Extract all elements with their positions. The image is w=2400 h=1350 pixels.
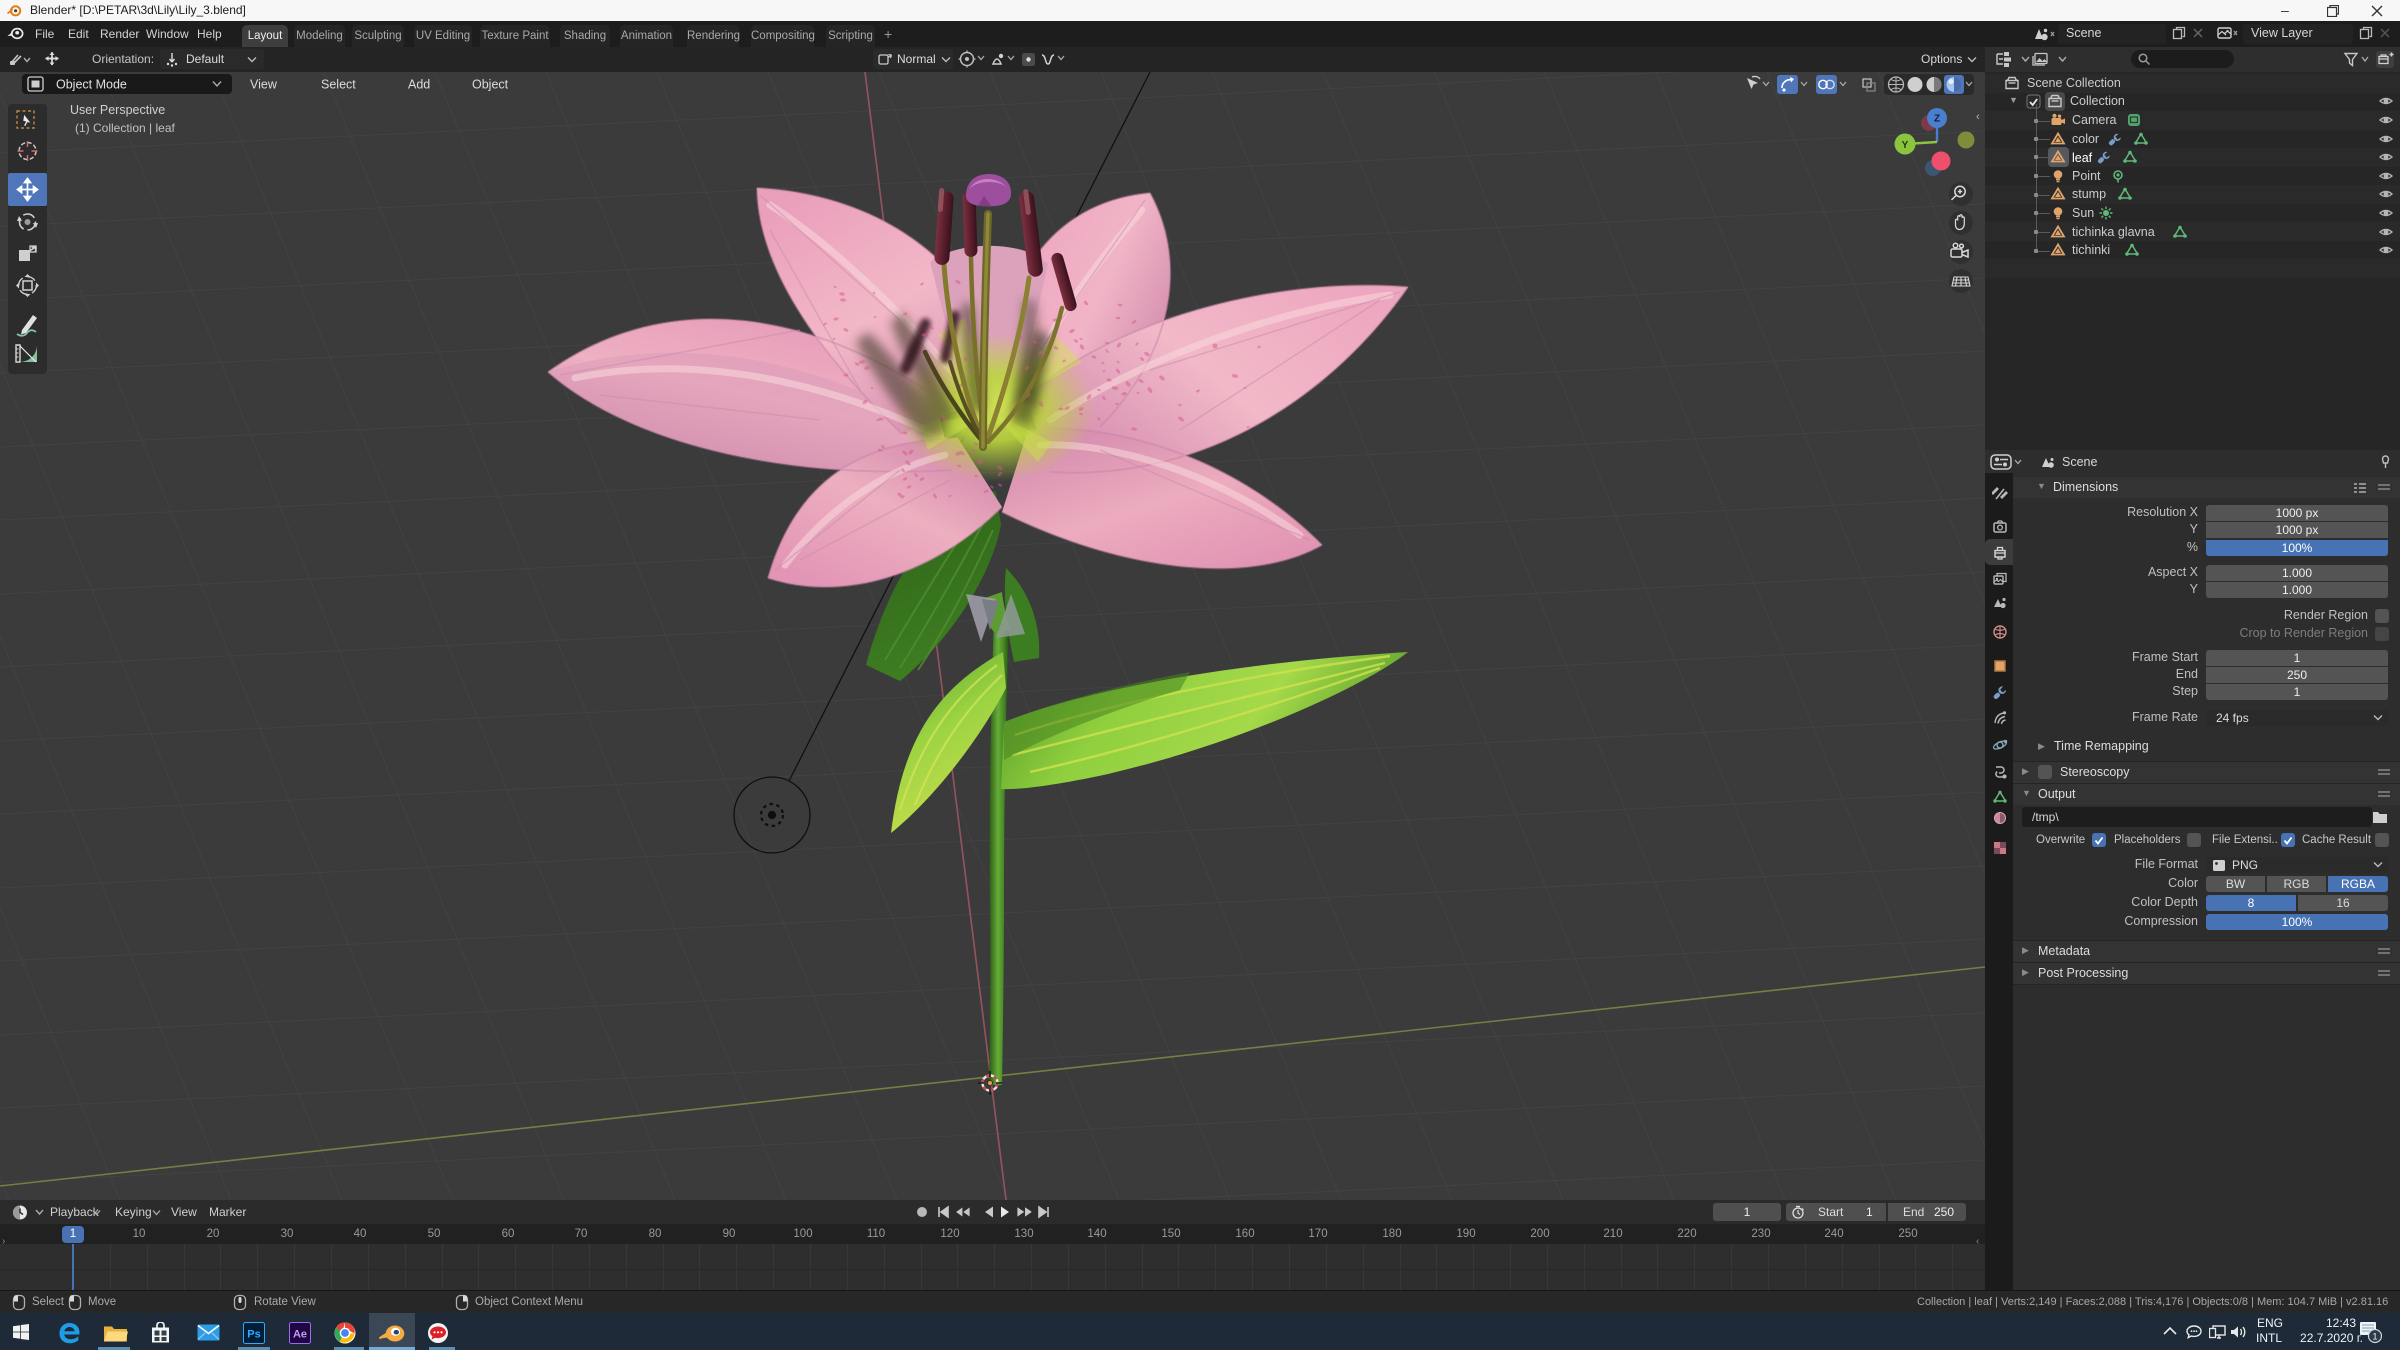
- svg-text:User Perspective: User Perspective: [70, 103, 165, 117]
- svg-text:(1) Collection | leaf: (1) Collection | leaf: [75, 121, 175, 135]
- svg-text:Object: Object: [472, 78, 509, 92]
- svg-text:Ae: Ae: [293, 1329, 307, 1341]
- svg-text:Select: Select: [321, 78, 356, 92]
- svg-text:Object Mode: Object Mode: [56, 78, 127, 92]
- svg-text:Z: Z: [1934, 114, 1940, 125]
- svg-text:View: View: [250, 78, 278, 92]
- svg-text:Ps: Ps: [247, 1329, 260, 1341]
- svg-text:1: 1: [2372, 1332, 2377, 1342]
- svg-text:Y: Y: [1902, 140, 1909, 151]
- svg-text:Add: Add: [408, 78, 430, 92]
- svg-text:‹: ‹: [1976, 111, 1980, 123]
